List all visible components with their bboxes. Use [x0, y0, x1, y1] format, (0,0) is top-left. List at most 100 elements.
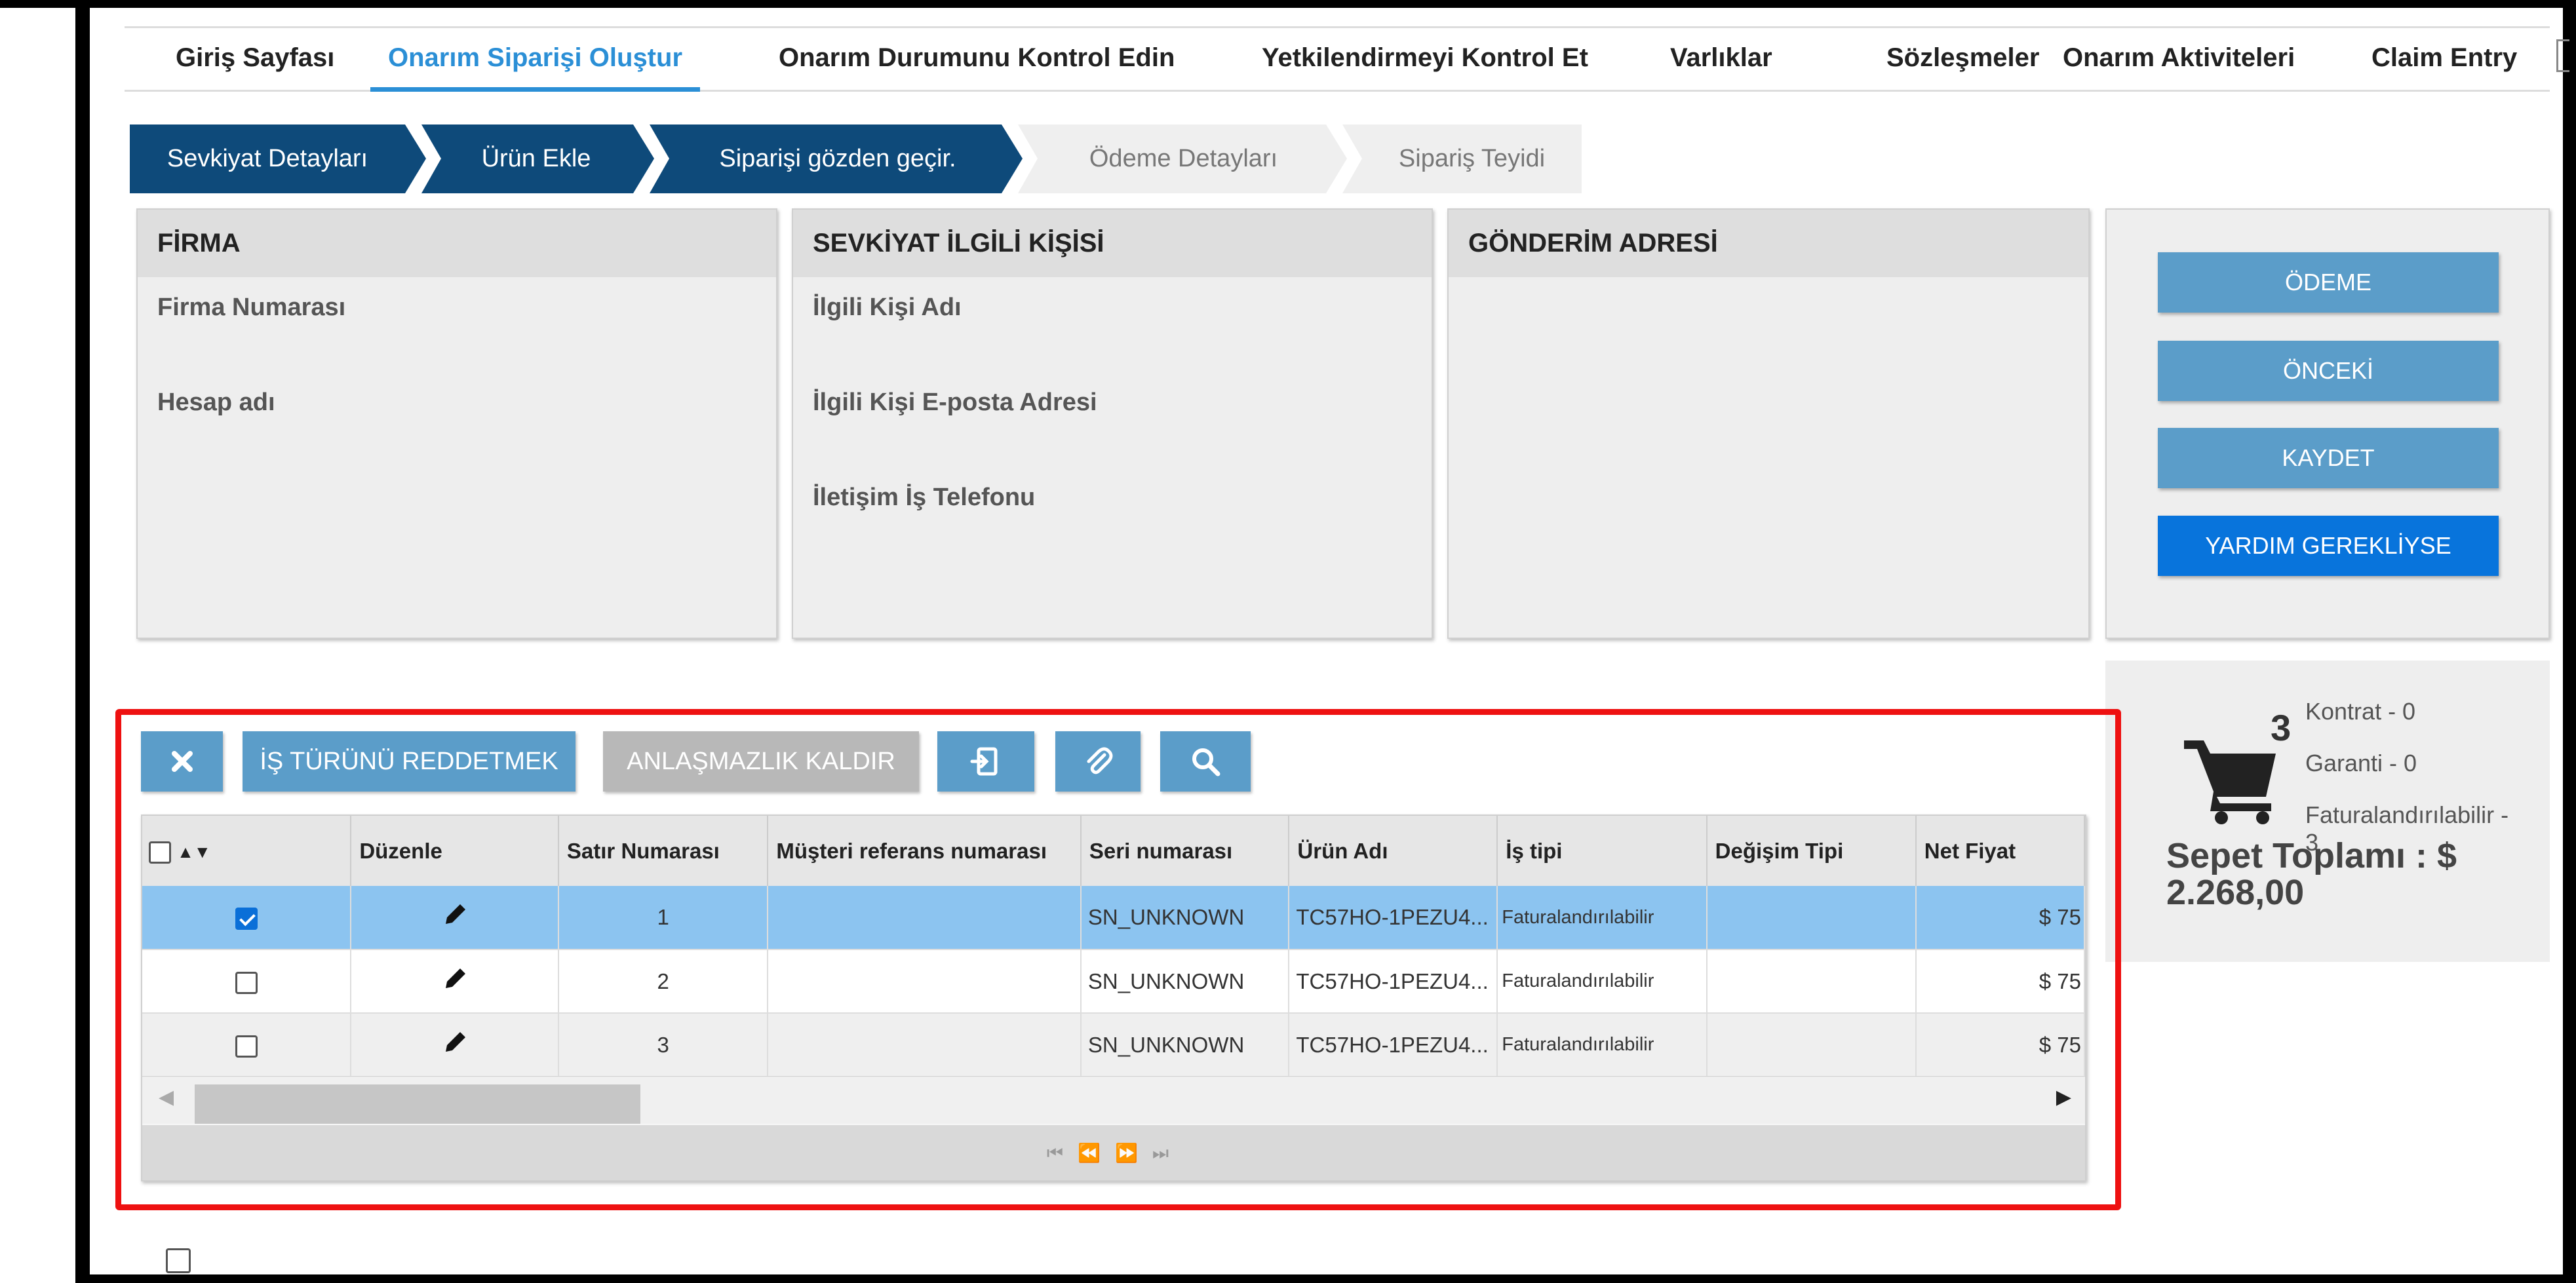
col-customer-reference[interactable]: Müşteri referans numarası [768, 816, 1082, 886]
customer-reference [768, 1013, 1082, 1077]
contact-email-label: İlgili Kişi E-posta Adresi [813, 389, 1097, 416]
frame-left [75, 0, 90, 1283]
main-nav: Giriş Sayfası Onarım Siparişi Oluştur On… [125, 26, 2550, 92]
col-change-type[interactable]: Değişim Tipi [1706, 816, 1917, 886]
horizontal-scrollbar[interactable]: ◀ ▶ [142, 1078, 2085, 1124]
contact-phone-label: İletişim İş Telefonu [813, 484, 1036, 511]
previous-button[interactable]: ÖNCEKİ [2158, 341, 2499, 401]
line-number: 2 [558, 949, 769, 1014]
cart-total: Sepet Toplamı : $ 2.268,00 [2166, 836, 2457, 912]
pager: ⏮⏪⏩⏭ [142, 1125, 2085, 1180]
remove-dispute-button[interactable]: ANLAŞMAZLIK KALDIR [603, 731, 919, 792]
net-price: $ 75 [1915, 949, 2085, 1014]
nav-check-authorization[interactable]: Yetkilendirmeyi Kontrol Et [1262, 28, 1588, 92]
col-work-type[interactable]: İş tipi [1497, 816, 1708, 886]
frame-bottom [75, 1274, 2576, 1283]
nav-overflow-edge [2556, 39, 2569, 72]
payment-button[interactable]: ÖDEME [2158, 252, 2499, 313]
row-checkbox[interactable] [235, 971, 258, 994]
sort-icon[interactable]: ▲▼ [177, 842, 210, 862]
frame-right [2563, 0, 2576, 1283]
cart-contract-count: Kontrat - 0 [2305, 698, 2416, 725]
shipping-address-panel: GÖNDERİM ADRESİ [1447, 208, 2090, 639]
product-name: TC57HO-1PEZU4... [1289, 886, 1498, 950]
step-payment-details: Ödeme Detayları [1089, 145, 1278, 172]
order-lines-grid: ▲▼ Düzenle Satır Numarası Müşteri refera… [141, 814, 2086, 1181]
terms-checkbox[interactable] [166, 1248, 191, 1273]
work-type: Faturalandırılabilir [1497, 1013, 1708, 1077]
export-button[interactable] [937, 731, 1034, 792]
cart-billable-label: Faturalandırılabilir - [2305, 801, 2509, 828]
cart-summary: 3 Kontrat - 0 Garanti - 0 Faturalandırıl… [2105, 661, 2550, 962]
row-checkbox[interactable] [235, 1035, 258, 1058]
serial-number: SN_UNKNOWN [1080, 886, 1290, 950]
table-row[interactable]: 1 SN_UNKNOWN TC57HO-1PEZU4... Faturaland… [142, 886, 2085, 950]
customer-reference [768, 886, 1082, 950]
nav-contracts[interactable]: Sözleşmeler [1886, 28, 2039, 92]
edit-icon[interactable] [351, 1013, 559, 1077]
nav-create-repair-order[interactable]: Onarım Siparişi Oluştur [370, 28, 701, 92]
col-product-name[interactable]: Ürün Adı [1289, 816, 1498, 886]
search-icon [1192, 748, 1220, 776]
action-panel: ÖDEME ÖNCEKİ KAYDET YARDIM GEREKLİYSE [2105, 208, 2550, 639]
work-type: Faturalandırılabilir [1497, 886, 1708, 950]
row-checkbox[interactable] [235, 908, 258, 930]
help-button[interactable]: YARDIM GEREKLİYSE [2158, 516, 2499, 576]
col-edit[interactable]: Düzenle [351, 816, 559, 886]
col-line-number[interactable]: Satır Numarası [558, 816, 769, 886]
shipping-address-title: GÖNDERİM ADRESİ [1449, 210, 2088, 277]
step-review-order[interactable]: Siparişi gözden geçir. [671, 124, 1005, 193]
col-serial-number[interactable]: Seri numarası [1080, 816, 1290, 886]
next-page-icon[interactable]: ⏩ [1115, 1143, 1152, 1163]
net-price: $ 75 [1915, 1013, 2085, 1077]
frame-top [0, 0, 2576, 8]
serial-number: SN_UNKNOWN [1080, 949, 1290, 1014]
nav-check-repair-status[interactable]: Onarım Durumunu Kontrol Edin [779, 28, 1175, 92]
nav-home[interactable]: Giriş Sayfası [176, 28, 334, 92]
work-type: Faturalandırılabilir [1497, 949, 1708, 1014]
product-name: TC57HO-1PEZU4... [1289, 949, 1498, 1014]
line-number: 3 [558, 1013, 769, 1077]
change-type [1706, 1013, 1917, 1077]
table-row[interactable]: 2 SN_UNKNOWN TC57HO-1PEZU4... Faturaland… [142, 949, 2085, 1014]
company-panel: FİRMA Firma Numarası Hesap adı [136, 208, 777, 639]
save-button[interactable]: KAYDET [2158, 428, 2499, 488]
last-page-icon[interactable]: ⏭ [1152, 1143, 1183, 1163]
scrollbar-thumb[interactable] [195, 1084, 640, 1124]
search-button[interactable] [1160, 731, 1251, 792]
nav-repair-activities[interactable]: Onarım Aktiviteleri [2063, 28, 2295, 92]
nav-claim-entry[interactable]: Claim Entry [2371, 28, 2517, 92]
shipping-contact-panel: SEVKİYAT İLGİLİ KİŞİSİ İlgili Kişi Adı İ… [792, 208, 1433, 639]
product-name: TC57HO-1PEZU4... [1289, 1013, 1498, 1077]
remove-button[interactable] [141, 731, 223, 792]
checkout-steps: Sevkiyat Detayları Ürün Ekle Siparişi gö… [130, 124, 1611, 193]
close-icon [171, 751, 193, 772]
cart-count: 3 [2271, 707, 2292, 748]
reject-work-type-button[interactable]: İŞ TÜRÜNÜ REDDETMEK [243, 731, 576, 792]
cart-warranty-count: Garanti - 0 [2305, 750, 2417, 776]
edit-icon[interactable] [351, 949, 559, 1014]
prev-page-icon[interactable]: ⏪ [1078, 1143, 1115, 1163]
col-net-price[interactable]: Net Fiyat [1915, 816, 2085, 886]
step-shipping-details[interactable]: Sevkiyat Detayları [130, 124, 405, 193]
attachment-button[interactable] [1055, 731, 1141, 792]
select-all-checkbox[interactable] [149, 841, 171, 864]
change-type [1706, 886, 1917, 950]
select-all-header[interactable]: ▲▼ [142, 816, 352, 886]
edit-icon[interactable] [351, 886, 559, 950]
company-panel-title: FİRMA [138, 210, 776, 277]
customer-reference [768, 949, 1082, 1014]
scroll-left-icon[interactable]: ◀ [159, 1086, 174, 1109]
serial-number: SN_UNKNOWN [1080, 1013, 1290, 1077]
export-icon [970, 747, 998, 776]
shipping-contact-title: SEVKİYAT İLGİLİ KİŞİSİ [793, 210, 1432, 277]
paperclip-icon [1087, 747, 1113, 775]
line-number: 1 [558, 886, 769, 950]
step-add-product[interactable]: Ürün Ekle [438, 124, 634, 193]
change-type [1706, 949, 1917, 1014]
table-row[interactable]: 3 SN_UNKNOWN TC57HO-1PEZU4... Faturaland… [142, 1013, 2085, 1077]
account-name-label: Hesap adı [157, 389, 275, 416]
nav-assets[interactable]: Varlıklar [1670, 28, 1772, 92]
first-page-icon[interactable]: ⏮ [1047, 1143, 1078, 1163]
scroll-right-icon[interactable]: ▶ [2056, 1086, 2071, 1109]
